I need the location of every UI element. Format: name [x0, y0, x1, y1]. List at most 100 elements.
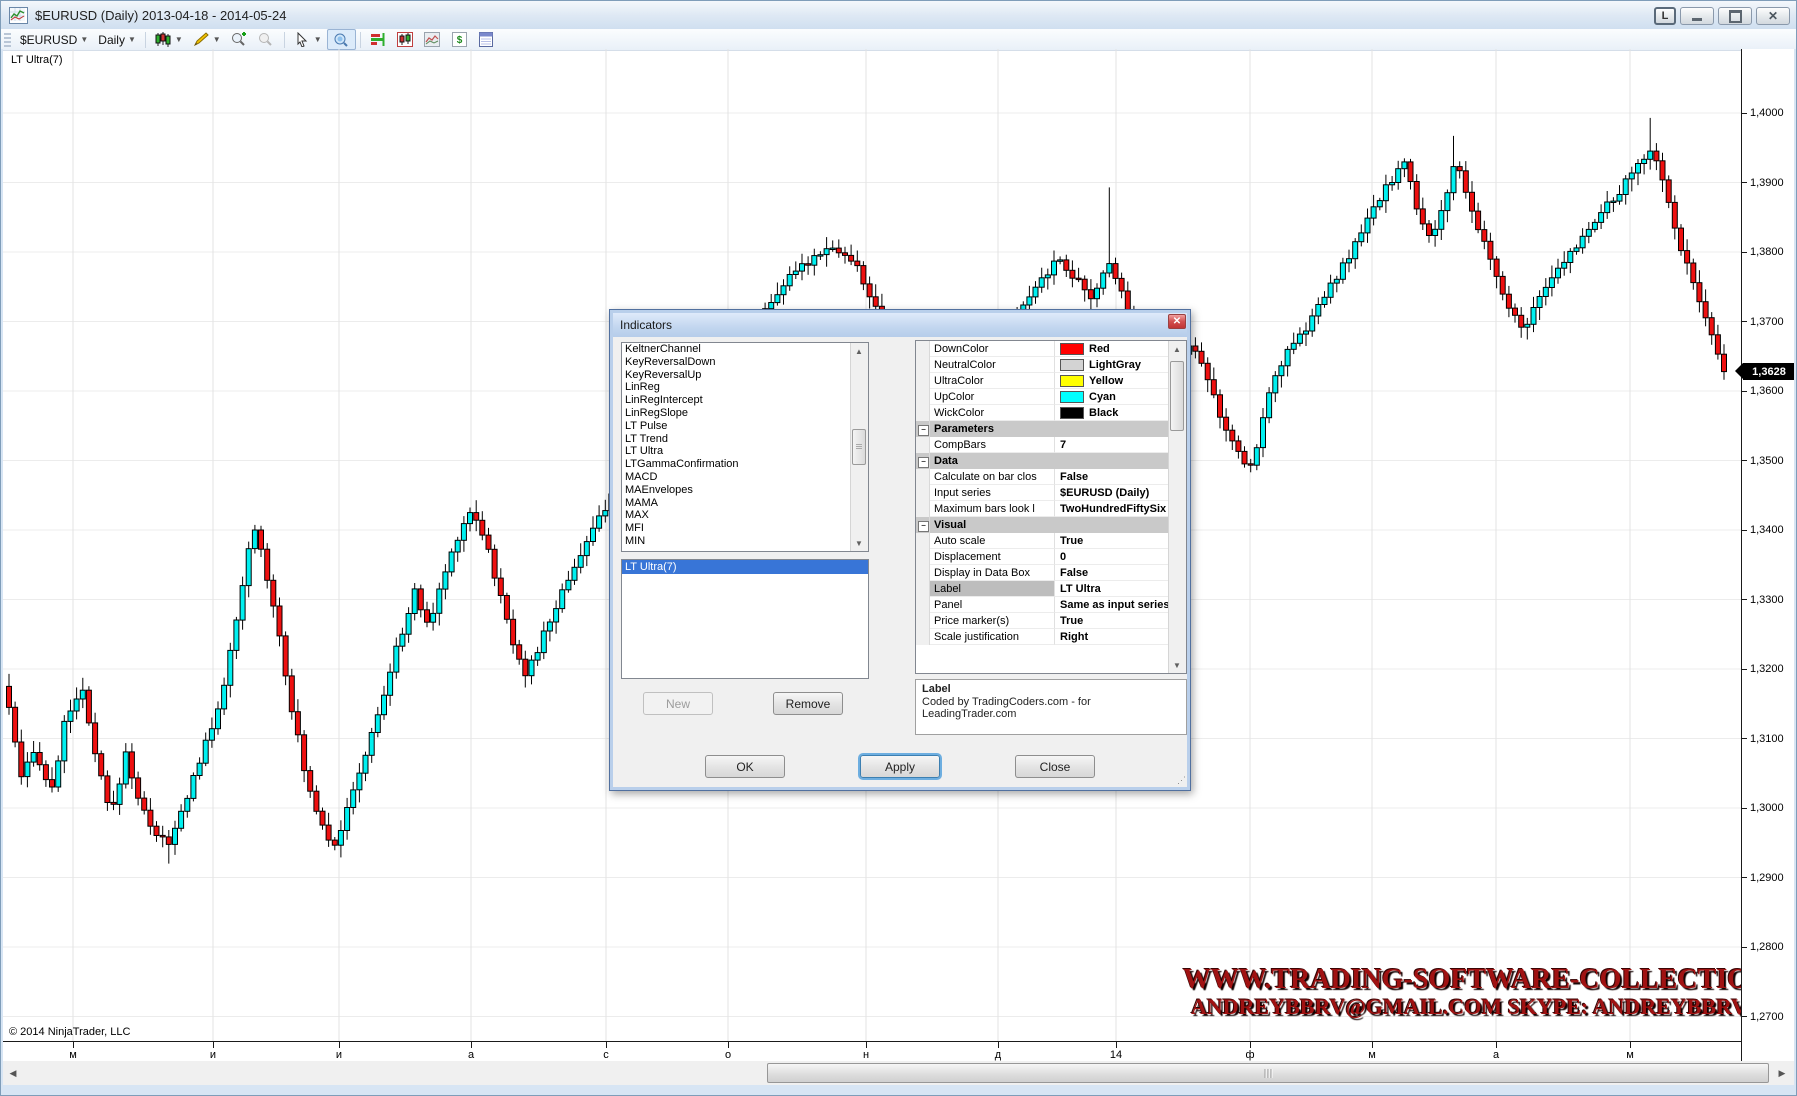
available-indicator-item[interactable]: KeltnerChannel [622, 343, 868, 356]
property-row[interactable]: Calculate on bar closFalse [916, 469, 1186, 485]
apply-button[interactable]: Apply [860, 755, 940, 778]
toolbar-grip[interactable] [4, 33, 11, 47]
chevron-down-icon: ▼ [213, 35, 221, 44]
indicator-property-grid[interactable]: DownColorRedNeutralColorLightGrayUltraCo… [915, 340, 1187, 674]
magnifier-button[interactable] [327, 29, 356, 50]
scrollbar-grip-icon [1265, 1069, 1272, 1078]
available-indicator-item[interactable]: LinRegIntercept [622, 394, 868, 407]
available-indicator-item[interactable]: KeyReversalDown [622, 356, 868, 369]
time-axis[interactable]: мииасонд14фмам [1, 1041, 1741, 1062]
scroll-down-icon[interactable]: ▼ [851, 535, 867, 551]
property-row[interactable]: WickColorBlack [916, 405, 1186, 421]
collapse-icon[interactable]: − [918, 425, 929, 436]
data-box-button[interactable] [473, 30, 500, 49]
link-button[interactable]: L [1654, 7, 1676, 25]
available-indicator-item[interactable]: MAX [622, 509, 868, 522]
horizontal-scrollbar[interactable]: ◀ ▶ [3, 1061, 1794, 1085]
scrollbar-thumb[interactable] [1170, 361, 1184, 431]
time-tick-label: о [725, 1049, 731, 1061]
available-indicator-item[interactable]: MAMA [622, 497, 868, 510]
collapse-icon[interactable]: − [918, 521, 929, 532]
property-row[interactable]: Input series$EURUSD (Daily) [916, 485, 1186, 501]
property-row[interactable]: Maximum bars look lTwoHundredFiftySix [916, 501, 1186, 517]
scrollbar-thumb[interactable] [852, 429, 866, 465]
property-row[interactable]: PanelSame as input series [916, 597, 1186, 613]
chart-app-icon [9, 7, 28, 24]
property-row[interactable]: Auto scaleTrue [916, 533, 1186, 549]
property-row[interactable]: NeutralColorLightGray [916, 357, 1186, 373]
property-section-visual[interactable]: −Visual [916, 517, 1186, 533]
available-indicator-item[interactable]: LinRegSlope [622, 407, 868, 420]
market-depth-icon [370, 32, 387, 48]
property-section-parameters[interactable]: −Parameters [916, 421, 1186, 437]
maximize-button[interactable] [1718, 7, 1752, 25]
available-indicator-item[interactable]: KeyReversalUp [622, 369, 868, 382]
property-row[interactable]: Display in Data BoxFalse [916, 565, 1186, 581]
available-indicators-list[interactable]: KeltnerChannelKeyReversalDownKeyReversal… [621, 342, 869, 552]
property-row[interactable]: UpColorCyan [916, 389, 1186, 405]
candle-style-dropdown[interactable]: ▼ [150, 30, 188, 49]
available-indicator-item[interactable]: MACD [622, 471, 868, 484]
line-chart-button[interactable] [419, 30, 446, 49]
collapse-icon[interactable]: − [918, 457, 929, 468]
configured-indicator-item[interactable]: LT Ultra(7) [622, 560, 868, 574]
chevron-down-icon: ▼ [80, 35, 88, 44]
ok-button[interactable]: OK [705, 755, 785, 778]
property-section-data[interactable]: −Data [916, 453, 1186, 469]
grid-scrollbar[interactable]: ▲ ▼ [1168, 341, 1186, 673]
remove-button[interactable]: Remove [773, 692, 843, 715]
available-indicator-item[interactable]: MIN [622, 535, 868, 548]
scroll-right-icon[interactable]: ▶ [1772, 1061, 1792, 1085]
price-tick-label: 1,3000 [1750, 802, 1784, 814]
time-tick [606, 1042, 607, 1048]
zoom-out-button[interactable] [253, 30, 280, 49]
time-tick-label: с [603, 1049, 609, 1061]
available-indicator-item[interactable]: MAEnvelopes [622, 484, 868, 497]
draw-tool-dropdown[interactable]: ▼ [188, 30, 226, 49]
cursor-dropdown[interactable]: ▼ [289, 30, 327, 49]
price-tick [1742, 113, 1747, 114]
instrument-dropdown[interactable]: $EURUSD ▼ [15, 30, 93, 49]
available-indicator-item[interactable]: LinReg [622, 381, 868, 394]
dialog-close-button-bottom[interactable]: Close [1015, 755, 1095, 778]
dialog-close-button[interactable]: ✕ [1168, 314, 1186, 329]
price-tick [1742, 877, 1747, 878]
resize-grip-icon[interactable]: ⋰ [1177, 775, 1185, 786]
candle-style-icon [155, 32, 172, 48]
new-button[interactable]: New [643, 692, 713, 715]
price-tick-label: 1,3500 [1750, 455, 1784, 467]
close-icon: ✕ [1768, 10, 1778, 22]
property-row[interactable]: Displacement0 [916, 549, 1186, 565]
configured-indicators-list[interactable]: LT Ultra(7) [621, 559, 869, 679]
available-indicator-item[interactable]: LT Trend [622, 433, 868, 446]
list-scrollbar[interactable]: ▲ ▼ [850, 343, 868, 551]
scrollbar-thumb[interactable] [767, 1063, 1769, 1083]
price-tick-label: 1,2700 [1750, 1011, 1784, 1023]
property-row[interactable]: UltraColorYellow [916, 373, 1186, 389]
property-row[interactable]: Scale justificationRight [916, 629, 1186, 645]
svg-text:$: $ [456, 35, 462, 46]
zoom-in-button[interactable] [226, 30, 253, 49]
scroll-up-icon[interactable]: ▲ [1169, 341, 1185, 357]
dialog-title-bar[interactable]: Indicators [613, 313, 1187, 337]
property-row[interactable]: CompBars7 [916, 437, 1186, 453]
scroll-left-icon[interactable]: ◀ [3, 1061, 23, 1085]
close-button[interactable]: ✕ [1756, 7, 1790, 25]
property-row[interactable]: Price marker(s)True [916, 613, 1186, 629]
available-indicator-item[interactable]: LTGammaConfirmation [622, 458, 868, 471]
period-dropdown[interactable]: Daily ▼ [93, 30, 141, 49]
property-row[interactable]: DownColorRed [916, 341, 1186, 357]
chart-toolbar: $EURUSD ▼ Daily ▼ ▼ [1, 29, 1797, 51]
chart-trader-button[interactable] [392, 30, 419, 49]
minimize-button[interactable] [1680, 7, 1714, 25]
price-axis[interactable]: 1,40001,39001,38001,37001,36001,35001,34… [1741, 49, 1795, 1061]
time-tick-label: м [1626, 1049, 1634, 1061]
account-data-button[interactable]: $ [446, 30, 473, 49]
market-depth-button[interactable] [365, 30, 392, 49]
available-indicator-item[interactable]: LT Ultra [622, 445, 868, 458]
scroll-up-icon[interactable]: ▲ [851, 343, 867, 359]
scroll-down-icon[interactable]: ▼ [1169, 657, 1185, 673]
available-indicator-item[interactable]: LT Pulse [622, 420, 868, 433]
available-indicator-item[interactable]: MFI [622, 522, 868, 535]
property-row[interactable]: LabelLT Ultra [916, 581, 1186, 597]
